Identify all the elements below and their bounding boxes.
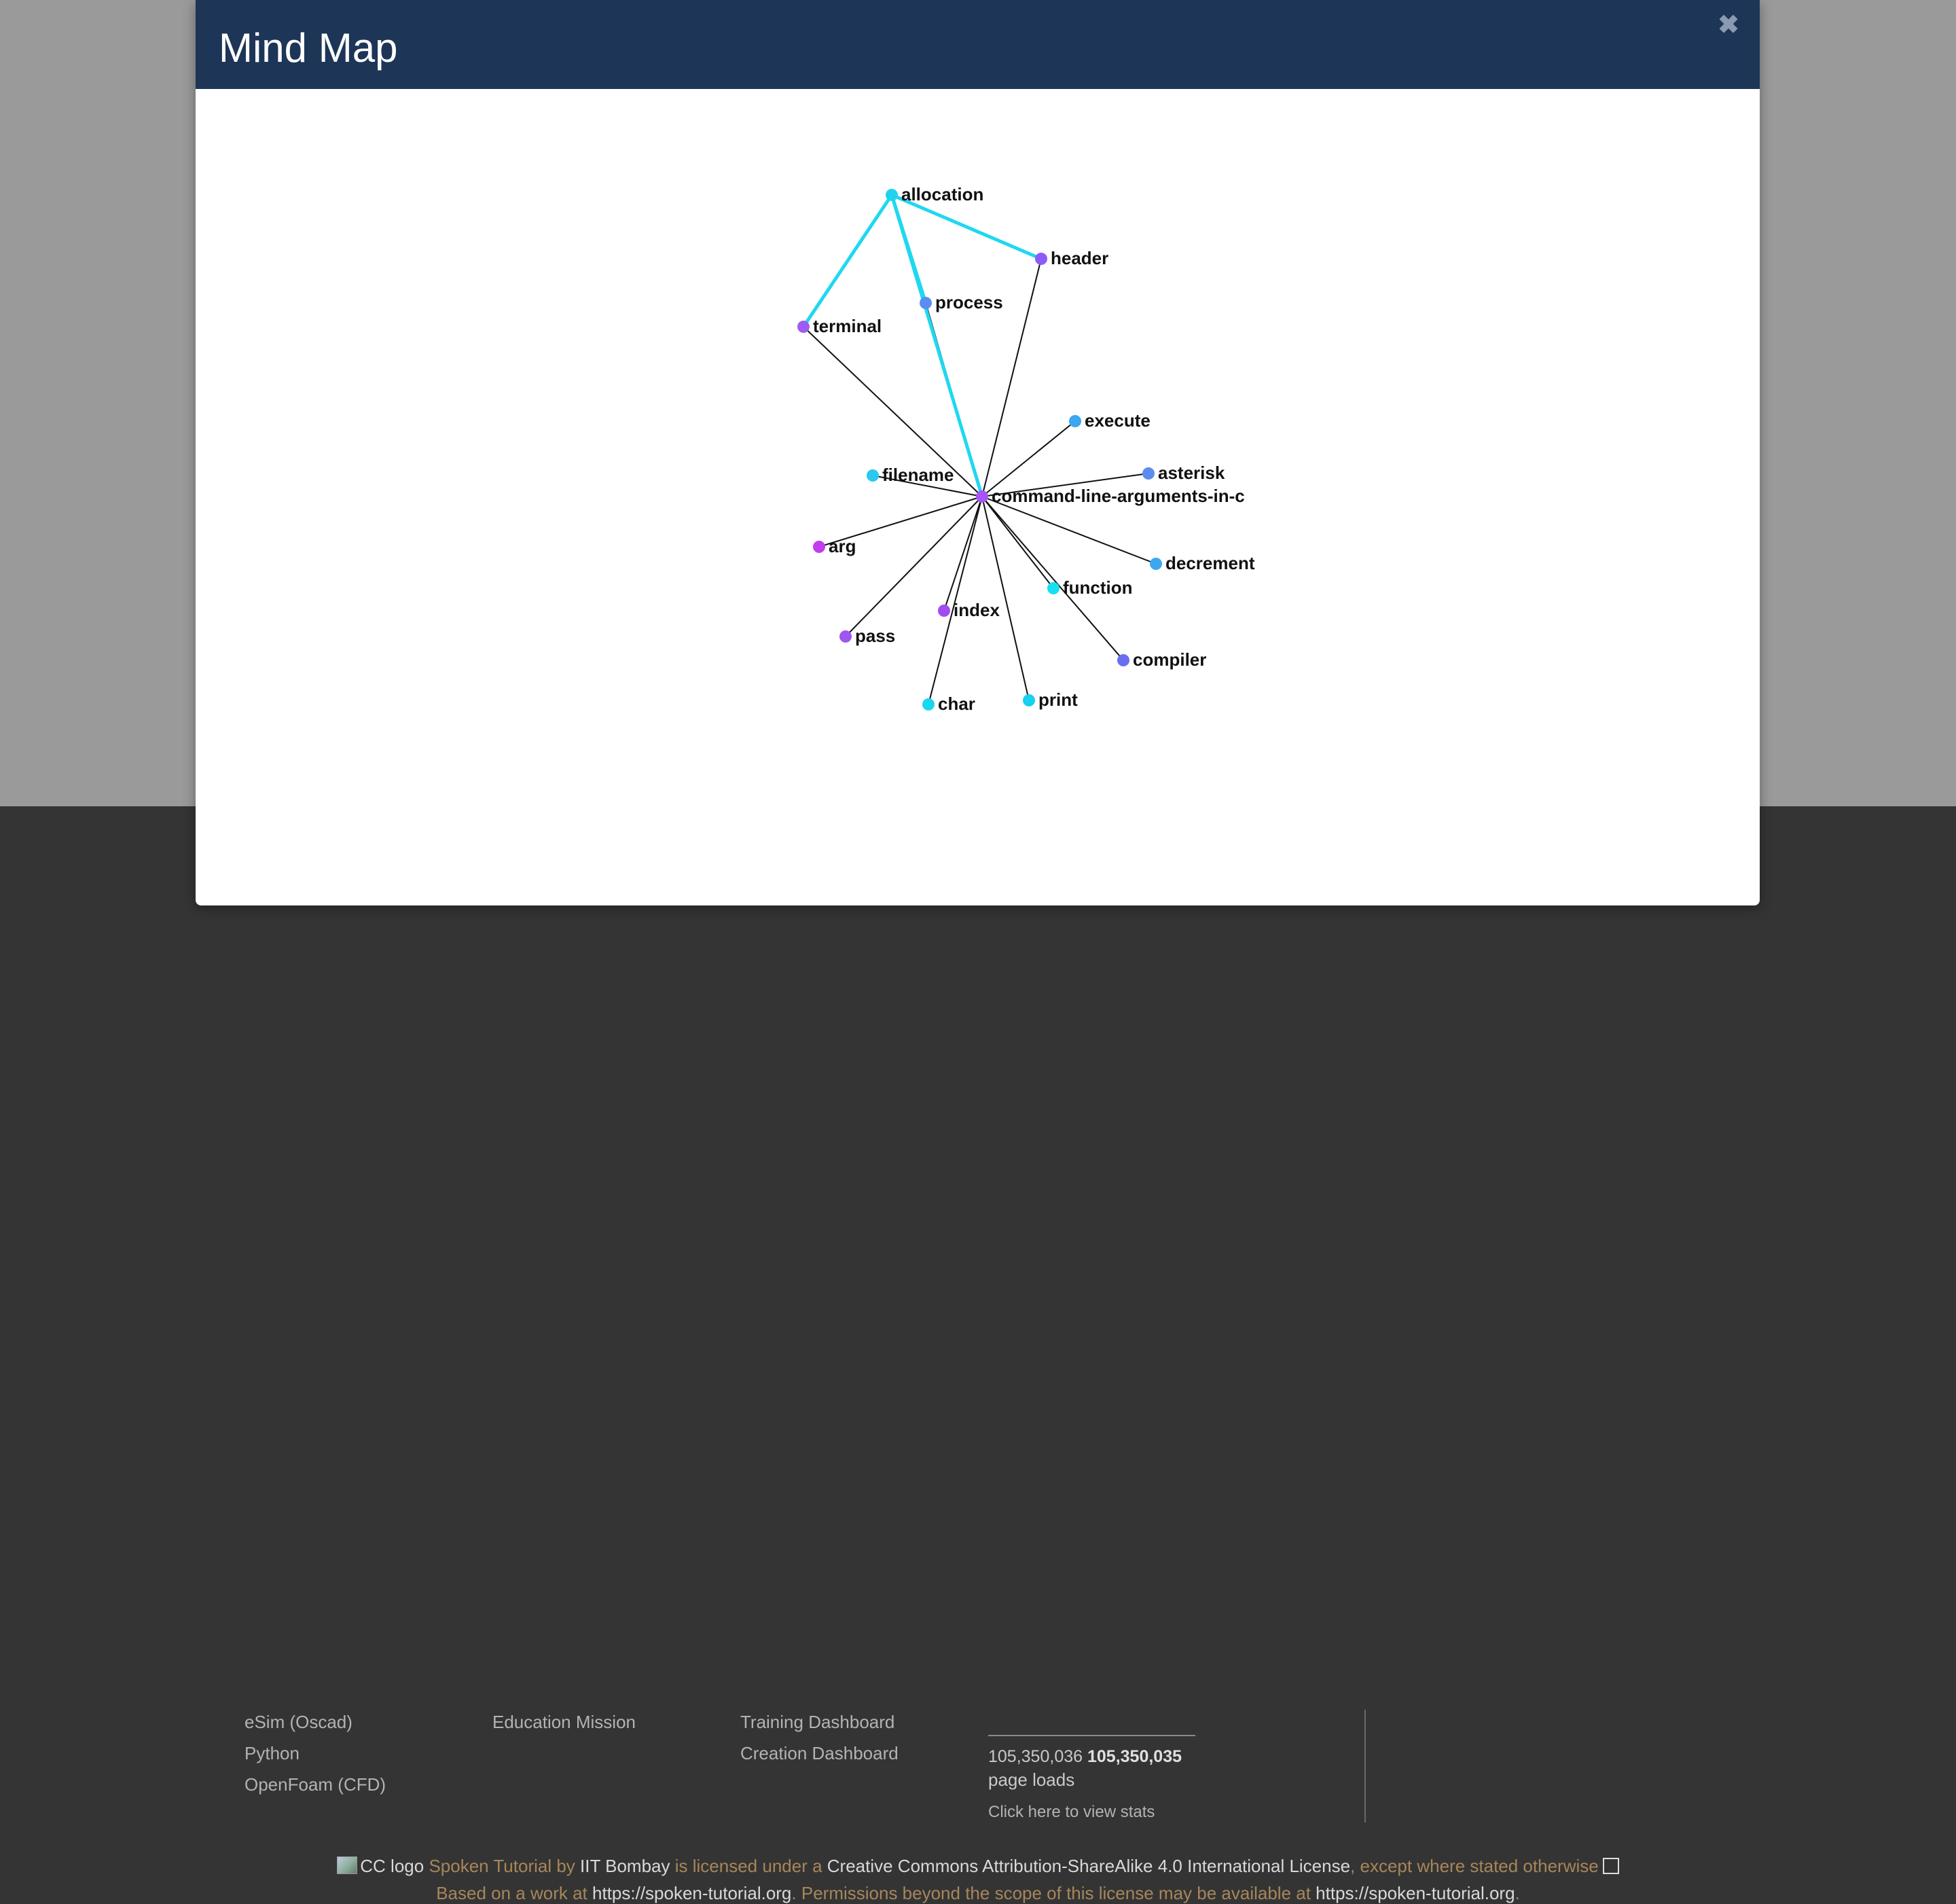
mind-map-link-process — [890, 194, 928, 304]
mind-map-node-label[interactable]: char — [938, 694, 975, 714]
mind-map-node-dot[interactable] — [938, 605, 950, 617]
mind-map-node-dot[interactable] — [867, 469, 879, 482]
close-icon[interactable]: ✖ — [1718, 10, 1739, 40]
footer-link[interactable]: eSim (Oscad) — [244, 1706, 386, 1738]
license-except: except where stated otherwise — [1360, 1856, 1599, 1876]
footer-link[interactable]: Education Mission — [492, 1706, 636, 1738]
modal-header: Mind Map ✖ — [196, 0, 1760, 89]
mind-map-node-label[interactable]: process — [935, 292, 1003, 312]
page-load-label: page loads — [988, 1770, 1075, 1790]
mind-map-node-print[interactable]: print — [1023, 689, 1078, 710]
license-text: is licensed under a — [670, 1856, 827, 1876]
mind-map-node-dot[interactable] — [922, 698, 935, 711]
mind-map-node-label[interactable]: print — [1038, 689, 1078, 710]
mind-map-node-dot[interactable] — [1035, 253, 1047, 265]
mind-map-node-dot[interactable] — [1142, 467, 1155, 480]
mind-map-node-process[interactable]: process — [920, 292, 1003, 312]
mind-map-node-dot[interactable] — [886, 189, 898, 201]
footer-about-list: Education Mission — [492, 1706, 636, 1738]
mind-map-node-label[interactable]: header — [1051, 248, 1108, 268]
license-line-1: CC logo Spoken Tutorial by IIT Bombay is… — [0, 1856, 1956, 1877]
mind-map-node-label[interactable]: asterisk — [1158, 463, 1225, 483]
mind-map-node-label[interactable]: arg — [829, 536, 856, 556]
footer-foss-list: eSim (Oscad) Python OpenFoam (CFD) — [244, 1706, 386, 1800]
mind-map-node-decrement[interactable]: decrement — [1150, 553, 1255, 573]
mind-map-node-execute[interactable]: execute — [1069, 410, 1151, 431]
mind-map-node-dot[interactable] — [1047, 582, 1060, 594]
external-link-icon — [1602, 1858, 1619, 1874]
license-by: by — [551, 1856, 581, 1876]
license-period: . — [1515, 1883, 1520, 1903]
mind-map-graph[interactable]: command-line-arguments-in-c allocation hea… — [196, 89, 1760, 905]
mind-map-node-dot[interactable] — [1023, 694, 1035, 706]
mind-map-node-dot[interactable] — [920, 297, 932, 309]
mind-map-node-label[interactable]: allocation — [901, 184, 983, 204]
license-period: . — [791, 1883, 801, 1903]
mind-map-node-dot[interactable] — [797, 321, 810, 333]
license-name-link[interactable]: Creative Commons Attribution-ShareAlike … — [827, 1856, 1350, 1876]
page-load-count-a: 105,350,036 — [988, 1747, 1083, 1766]
page-load-stats: 105,350,036 105,350,035 page loads Click… — [988, 1706, 1195, 1822]
mind-map-modal: Mind Map ✖ command-line-arguments-in-c al… — [196, 0, 1760, 905]
mind-map-node-dot[interactable] — [976, 490, 988, 503]
footer-link[interactable]: OpenFoam (CFD) — [244, 1769, 386, 1800]
mind-map-node-label[interactable]: decrement — [1165, 553, 1255, 573]
mind-map-node-label[interactable]: pass — [855, 626, 895, 646]
footer-divider — [1364, 1710, 1366, 1822]
cc-logo-image[interactable]: CC logo — [337, 1856, 424, 1876]
mind-map-node-compiler[interactable]: compiler — [1117, 649, 1206, 670]
page-load-count-b: 105,350,035 — [1087, 1747, 1182, 1766]
permissions-url-link[interactable]: https://spoken-tutorial.org — [1316, 1883, 1515, 1903]
footer-link[interactable]: Training Dashboard — [740, 1706, 899, 1738]
source-url-link[interactable]: https://spoken-tutorial.org — [592, 1883, 791, 1903]
modal-title: Mind Map — [219, 25, 398, 71]
mind-map-node-label[interactable]: command-line-arguments-in-c — [992, 486, 1245, 506]
mind-map-node-dot[interactable] — [1117, 654, 1129, 666]
footer-link[interactable]: Python — [244, 1738, 386, 1769]
mind-map-node-header[interactable]: header — [1035, 248, 1108, 268]
mind-map-node-command-line-arguments-in-c[interactable]: command-line-arguments-in-c — [976, 486, 1245, 506]
mind-map-link-index — [943, 496, 983, 611]
license-permissions: Permissions beyond the scope of this lic… — [801, 1883, 1316, 1903]
mind-map-node-dot[interactable] — [839, 630, 852, 643]
license-comma: , — [1350, 1856, 1360, 1876]
footer-dashboard-list: Training Dashboard Creation Dashboard — [740, 1706, 899, 1769]
license-based: Based on a work at — [436, 1883, 593, 1903]
license-line-2: Based on a work at https://spoken-tutori… — [0, 1883, 1956, 1904]
footer-link[interactable]: Creation Dashboard — [740, 1738, 899, 1769]
mind-map-node-asterisk[interactable]: asterisk — [1142, 463, 1225, 483]
mind-map-node-label[interactable]: function — [1063, 577, 1133, 598]
mind-map-nodes: command-line-arguments-in-c allocation hea… — [797, 184, 1255, 714]
broken-image-icon — [337, 1856, 358, 1874]
mind-map-node-label[interactable]: filename — [882, 465, 954, 485]
stats-divider — [988, 1735, 1195, 1736]
license-work: Spoken Tutorial — [429, 1856, 552, 1876]
mind-map-node-label[interactable]: index — [954, 600, 1000, 620]
mind-map-link-header — [891, 193, 1042, 261]
mind-map-node-allocation[interactable]: allocation — [886, 184, 983, 204]
mind-map-node-arg[interactable]: arg — [813, 536, 856, 556]
page-load-count: 105,350,036 105,350,035 — [988, 1747, 1195, 1767]
mind-map-node-dot[interactable] — [813, 541, 825, 553]
mind-map-node-dot[interactable] — [1069, 415, 1081, 427]
mind-map-node-label[interactable]: execute — [1085, 410, 1151, 431]
mind-map-link-terminal — [801, 194, 894, 328]
view-stats-link[interactable]: Click here to view stats — [988, 1803, 1195, 1822]
mind-map-node-dot[interactable] — [1150, 558, 1162, 570]
mind-map-node-label[interactable]: compiler — [1133, 649, 1206, 670]
license-author-link[interactable]: IIT Bombay — [580, 1856, 670, 1876]
mind-map-node-filename[interactable]: filename — [867, 465, 954, 485]
mind-map-node-label[interactable]: terminal — [813, 316, 882, 336]
cc-logo-alt: CC logo — [360, 1856, 424, 1876]
mind-map-node-pass[interactable]: pass — [839, 626, 895, 646]
